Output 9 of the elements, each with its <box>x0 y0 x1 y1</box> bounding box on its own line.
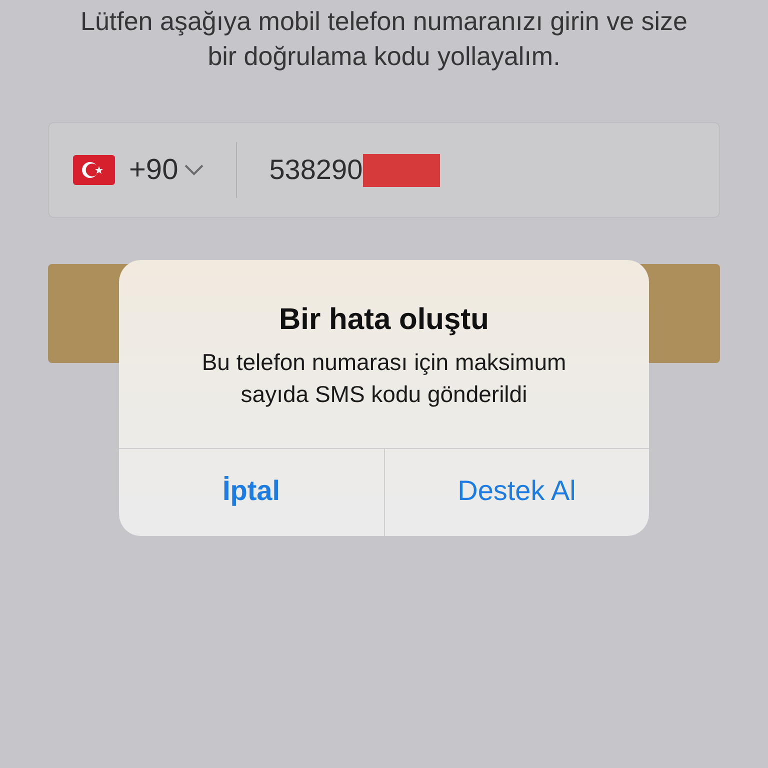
alert-title: Bir hata oluştu <box>278 302 490 338</box>
intro-text: Lütfen aşağıya mobil telefon numaranızı girin ve size bir doğrulama kodu yollayalım. <box>79 5 688 73</box>
support-button[interactable]: Destek Al <box>384 449 649 536</box>
alert-message: Bu telefon numarası için maksimum sayıda SMS kodu gönderildi <box>200 348 568 409</box>
cancel-button[interactable]: İptal <box>119 449 384 536</box>
chevron-down-icon <box>184 164 204 176</box>
country-code-selector[interactable]: +90 <box>129 154 204 186</box>
flag-icon <box>73 155 115 185</box>
phone-input[interactable]: 538290 <box>269 140 719 200</box>
